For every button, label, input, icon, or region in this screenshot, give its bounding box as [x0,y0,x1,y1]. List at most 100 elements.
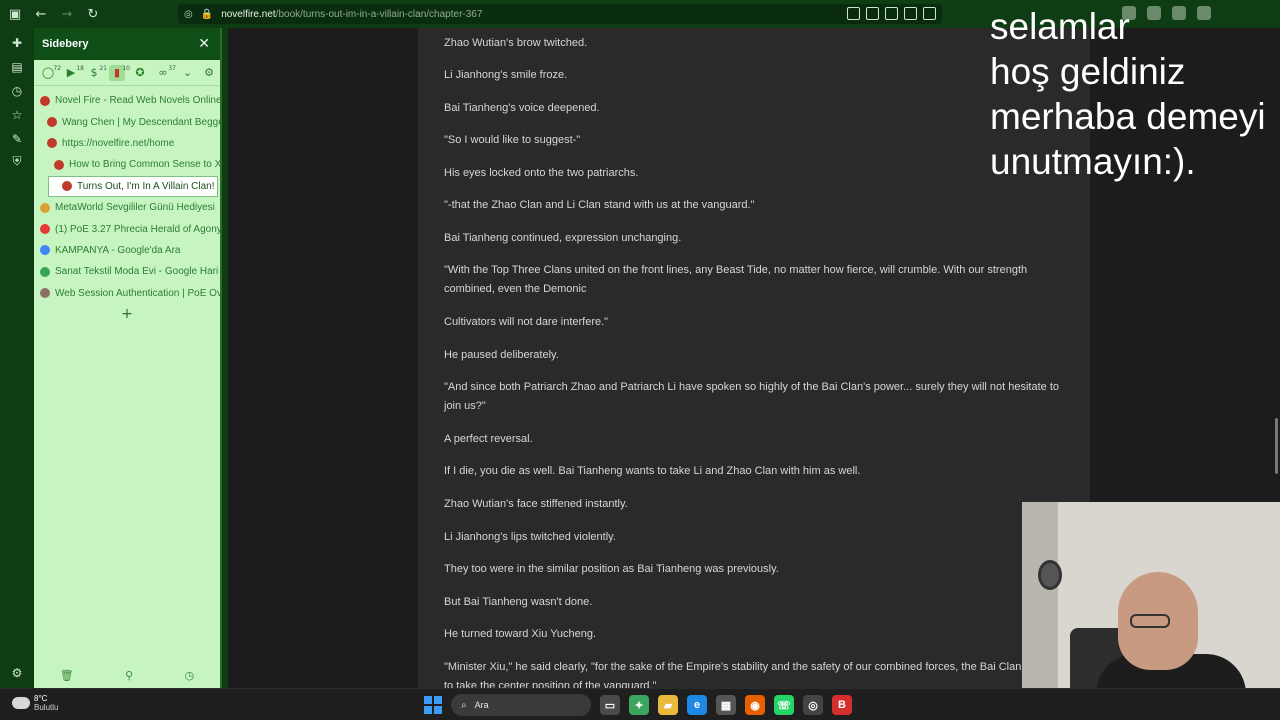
tab-label: (1) PoE 3.27 Phrecia Herald of Agony [55,223,220,235]
taskbar-search[interactable]: ⌕ Ara [451,694,591,716]
favicon-icon [62,181,72,192]
reload-icon[interactable]: ↻ [82,3,104,25]
notes-icon[interactable]: ✎ [10,132,24,146]
overlay-line: hoş geldiniz [990,51,1186,92]
tab-label: Web Session Authentication | PoE Ov [55,287,220,299]
tab-label: Novel Fire - Read Web Novels Online [55,95,220,107]
paragraph: He paused deliberately. [444,349,559,361]
close-icon[interactable]: ✕ [198,36,210,52]
paragraph: Zhao Wutian's brow twitched. [444,37,588,49]
store-icon[interactable]: ▦ [716,695,736,715]
file-explorer-icon[interactable]: ▰ [658,695,678,715]
paragraph: Zhao Wutian's face stiffened instantly. [444,498,628,510]
star-icon[interactable]: ☆ [10,108,24,122]
sidebar-toggle-icon[interactable]: ▣ [4,3,26,25]
sidebar-tab[interactable]: How to Bring Common Sense to X [34,154,220,175]
webcam-feed [1022,502,1280,688]
shield-icon[interactable]: ⛨ [10,154,24,168]
paragraph: "And since both Patriarch Zhao and Patri… [444,381,1060,412]
sidebar-tab[interactable]: (1) PoE 3.27 Phrecia Herald of Agony [34,218,220,239]
sidebery-title: Sidebery [42,38,89,50]
paragraph: Bai Tianheng's voice deepened. [444,102,600,114]
play-icon[interactable]: ▶ 18 [63,65,84,81]
sidebar-tab[interactable]: Wang Chen | My Descendant Begge [34,111,220,132]
clock-icon[interactable]: ◷ [185,669,195,682]
overlay-line: merhaba demeyi [990,96,1266,137]
globe-icon[interactable]: ◯ 72 [40,65,61,81]
settings-gear-icon[interactable]: ⚙ [10,666,24,680]
paragraph: If I die, you die as well. Bai Tianheng … [444,465,861,477]
address-bar[interactable]: ◎ 🔒 novelfire.net/book/turns-out-im-in-a… [178,4,942,24]
screen: ▣ ← → ↻ ◎ 🔒 novelfire.net/book/turns-out… [0,0,1280,720]
firefox-icon[interactable]: ◉ [745,695,765,715]
paragraph: Bai Tianheng continued, expression uncha… [444,232,682,244]
sidebar-tab[interactable]: Novel Fire - Read Web Novels Online [34,90,220,111]
wall-clock [1038,560,1062,590]
sidebar-tab[interactable]: Sanat Tekstil Moda Evi - Google Hari [34,261,220,282]
browser-sidebar-strip: ✚ ▤ ◷ ☆ ✎ ⛨ ⚙ [0,28,34,688]
sidebery-icon[interactable]: ✚ [10,36,24,50]
gear-icon[interactable]: ⚙ [204,66,214,79]
tab-label: Wang Chen | My Descendant Begge [62,116,220,128]
weather-widget[interactable]: 8°C Bulutlu [12,694,58,712]
sidebery-panel: Sidebery ✕ ◯ 72 ▶ 18 $21 ▮ 10 ✪ ∞ 37 ⌄ ⚙ Nov… [34,28,222,688]
widgets-icon[interactable]: ✦ [629,695,649,715]
whatsapp-icon[interactable]: ☏ [774,695,794,715]
steam-icon[interactable]: ◎ [803,695,823,715]
glasses-icon[interactable]: ∞ 37 [155,65,176,81]
history-icon[interactable]: ▤ [10,60,24,74]
dollar-icon[interactable]: $21 [86,65,108,81]
overlay-line: selamlar [990,6,1130,47]
tab-label: Turns Out, I'm In A Villain Clan! - C [77,180,218,192]
paragraph: "-that the Zhao Clan and Li Clan stand w… [444,199,755,211]
screenshot-icon[interactable] [866,7,879,20]
sidebar-tab[interactable]: https://novelfire.net/home [34,133,220,154]
paragraph: He turned toward Xiu Yucheng. [444,628,597,640]
add-tab-button[interactable]: + [34,306,220,322]
paragraph: Li Jianhong's lips twitched violently. [444,531,616,543]
site-info-icon[interactable]: ◎ [184,9,193,20]
clock-icon[interactable]: ◷ [10,84,24,98]
reader-view-icon[interactable] [847,7,860,20]
glasses [1130,614,1170,628]
windows-taskbar: 8°C Bulutlu ⌕ Ara ▭ ✦ ▰ e ▦ ◉ ☏ ◎ B [0,688,1280,720]
brave-icon[interactable]: B [832,695,852,715]
sidebar-tab[interactable]: MetaWorld Sevgililer Günü Hediyesi [34,197,220,218]
book-icon[interactable]: ▮ 10 [109,64,130,81]
gamepad-icon[interactable]: ✪ [132,65,148,81]
overlay-line: unutmayın:). [990,141,1196,182]
chevron-down-icon[interactable]: ⌄ [183,66,192,79]
paragraph: A perfect reversal. [444,433,533,445]
tab-label: MetaWorld Sevgililer Günü Hediyesi [55,202,215,214]
tab-label: KAMPANYA - Google'da Ara [55,244,181,256]
sidebar-tab[interactable]: Turns Out, I'm In A Villain Clan! - C [48,175,218,197]
pin-icon[interactable]: ⚲ [125,669,133,682]
url-actions [847,7,936,20]
weather-condition: Bulutlu [34,703,59,712]
url-text: novelfire.net/book/turns-out-im-in-a-vil… [221,8,483,20]
extensions-icon[interactable] [904,7,917,20]
favicon-icon [40,266,50,277]
tab-label: Sanat Tekstil Moda Evi - Google Hari [55,266,219,278]
edge-icon[interactable]: e [687,695,707,715]
search-label: Ara [474,700,489,710]
task-view-icon[interactable]: ▭ [600,695,620,715]
tab-list: Novel Fire - Read Web Novels Online Wang … [34,86,220,304]
favicon-icon [40,224,50,235]
bookmark-star-icon[interactable] [923,7,936,20]
translate-icon[interactable] [885,7,898,20]
scrollbar-thumb[interactable] [1275,418,1278,474]
cloud-icon [12,697,30,709]
back-icon[interactable]: ← [30,3,52,25]
favicon-icon [40,288,50,299]
favicon-icon [47,117,57,128]
sidebar-tab[interactable]: Web Session Authentication | PoE Ov [34,283,220,304]
trash-icon[interactable]: 🗑 [60,669,74,682]
forward-icon[interactable]: → [56,3,78,25]
windows-start-icon[interactable] [424,696,442,714]
favicon-icon [40,245,50,256]
sidebar-tab[interactable]: KAMPANYA - Google'da Ara [34,240,220,261]
favicon-icon [40,95,50,106]
paragraph: Cultivators will not dare interfere." [444,316,609,328]
paragraph: His eyes locked onto the two patriarchs. [444,167,639,179]
